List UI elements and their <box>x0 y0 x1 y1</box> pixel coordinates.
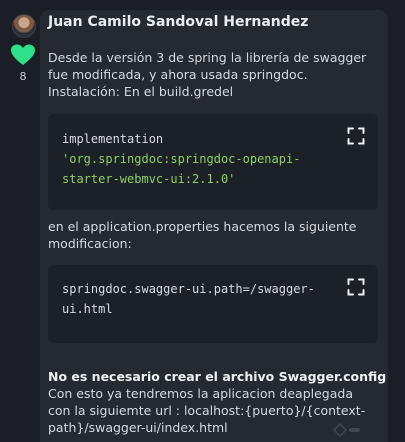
comment-text-line: fue modificada, y ahora usada springdoc. <box>48 67 308 82</box>
code-line: springdoc.swagger-ui.path=/swagger- <box>62 282 315 296</box>
comment-text-line: con la siguiemte url : localhost:{puerto… <box>48 403 366 418</box>
watermark-icon <box>332 422 360 438</box>
expand-icon <box>347 127 365 145</box>
comment-intro: Desde la versión 3 de spring la librería… <box>48 49 380 100</box>
comment-text-line: Con esto ya tendremos la aplicacion deap… <box>48 386 353 401</box>
comment-text-line: en el application.properties hacemos la … <box>48 219 357 234</box>
comment-text-line: modificacion: <box>48 236 132 251</box>
code-string-line: starter-webmvc-ui:2.1.0' <box>62 172 236 186</box>
expand-code-button[interactable] <box>344 124 368 148</box>
comment-card: Juan Camilo Sandoval Hernandez Desde la … <box>40 10 388 442</box>
code-block-gradle: implementation 'org.springdoc:springdoc-… <box>48 114 378 210</box>
comment-bold-line: No es necesario crear el archivo Swagger… <box>48 369 387 384</box>
author-name[interactable]: Juan Camilo Sandoval Hernandez <box>48 14 308 30</box>
expand-icon <box>347 278 365 296</box>
comment-text-line: Instalación: En el build.gredel <box>48 84 234 99</box>
expand-code-button[interactable] <box>344 275 368 299</box>
heart-icon <box>11 44 35 65</box>
like-button[interactable] <box>10 44 36 66</box>
code-keyword: implementation <box>62 132 164 146</box>
code-line: ui.html <box>62 302 113 316</box>
comment-text-line: Desde la versión 3 de spring la librería… <box>48 50 367 65</box>
avatar[interactable] <box>12 14 36 38</box>
code-string-line: 'org.springdoc:springdoc-openapi- <box>62 152 301 166</box>
code-block-properties: springdoc.swagger-ui.path=/swagger- ui.h… <box>48 265 378 343</box>
comment-middle: en el application.properties hacemos la … <box>48 218 380 252</box>
